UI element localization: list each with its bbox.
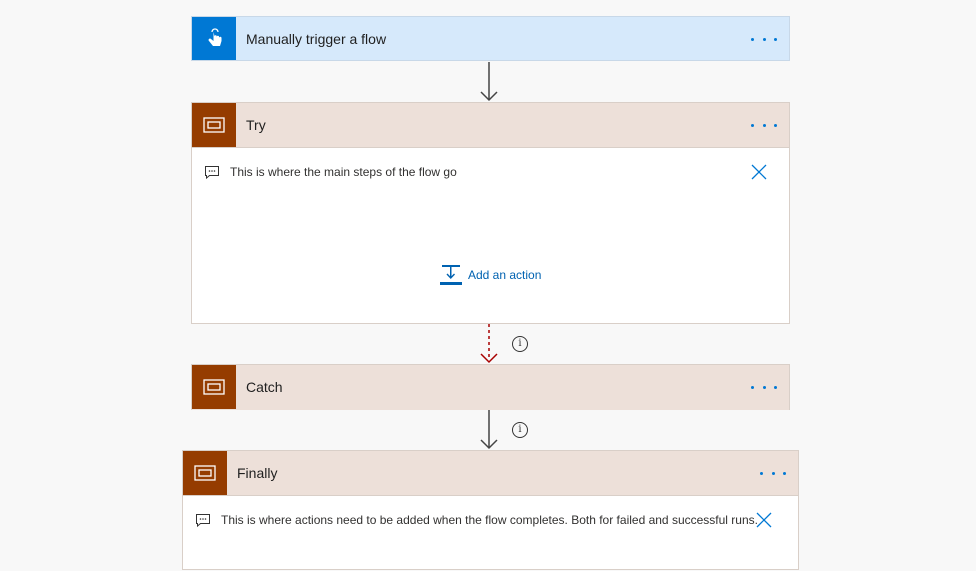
info-icon[interactable]: i <box>512 422 528 438</box>
scope-icon <box>183 451 227 495</box>
add-action-button[interactable]: Add an action <box>440 264 541 286</box>
try-scope-card[interactable]: Try This is where the main steps of the … <box>191 102 790 324</box>
trigger-more-options-button[interactable] <box>751 17 777 61</box>
add-action-label: Add an action <box>468 268 542 282</box>
finally-scope-card[interactable]: Finally This is where actions need to be… <box>182 450 799 570</box>
trigger-title: Manually trigger a flow <box>246 31 387 47</box>
touch-hand-icon <box>192 17 236 60</box>
comment-icon <box>195 511 213 529</box>
try-more-options-button[interactable] <box>751 103 777 147</box>
trigger-header[interactable]: Manually trigger a flow <box>192 17 789 61</box>
finally-header[interactable]: Finally <box>183 451 798 496</box>
scope-icon <box>192 365 236 409</box>
catch-more-options-button[interactable] <box>751 365 777 409</box>
catch-header[interactable]: Catch <box>192 365 789 410</box>
finally-comment[interactable]: This is where actions need to be added w… <box>195 510 786 530</box>
catch-scope-card[interactable]: Catch <box>191 364 790 410</box>
finally-comment-text: This is where actions need to be added w… <box>221 513 758 527</box>
add-action-icon <box>440 265 462 285</box>
finally-more-options-button[interactable] <box>760 451 786 495</box>
try-comment-text: This is where the main steps of the flow… <box>230 165 457 179</box>
try-header[interactable]: Try <box>192 103 789 148</box>
scope-icon <box>192 103 236 147</box>
try-body: This is where the main steps of the flow… <box>192 148 789 323</box>
catch-title: Catch <box>246 379 283 395</box>
trigger-card[interactable]: Manually trigger a flow <box>191 16 790 61</box>
close-comment-icon[interactable] <box>749 162 769 182</box>
try-comment[interactable]: This is where the main steps of the flow… <box>204 162 777 182</box>
error-connector-arrow <box>480 324 498 364</box>
comment-icon <box>204 163 222 181</box>
finally-title: Finally <box>237 465 278 481</box>
info-icon[interactable]: i <box>512 336 528 352</box>
close-comment-icon[interactable] <box>754 510 774 530</box>
connector-arrow <box>480 410 498 450</box>
connector-arrow <box>480 62 498 102</box>
try-title: Try <box>246 117 266 133</box>
